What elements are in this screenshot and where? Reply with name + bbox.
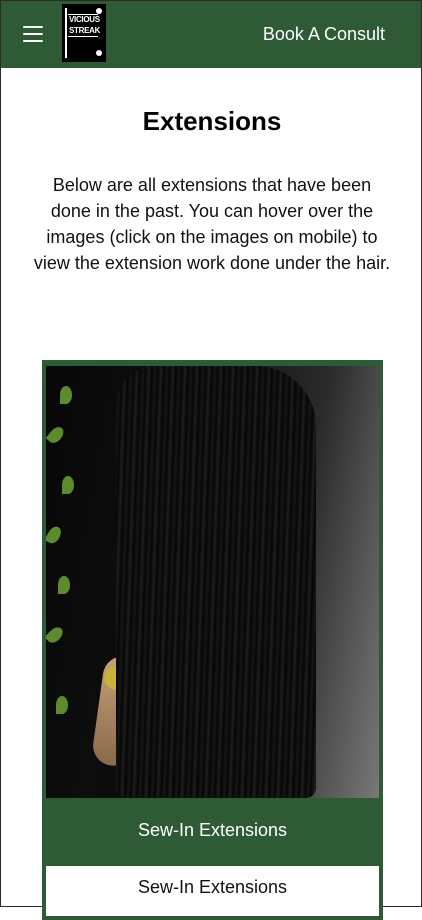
extension-photo[interactable] [46, 366, 379, 798]
intro-paragraph: Below are all extensions that have been … [33, 175, 391, 273]
hair-extensions [116, 366, 316, 798]
logo-text-line2: STREAK [69, 26, 101, 35]
book-consult-link[interactable]: Book A Consult [263, 24, 385, 45]
extension-card[interactable]: Sew-In Extensions Sew-In Extensions [42, 360, 383, 920]
card-title: Sew-In Extensions [137, 820, 288, 840]
top-navigation-bar: VICIOUS STREAK Book A Consult [1, 0, 421, 68]
hamburger-icon[interactable] [23, 26, 43, 42]
card-subtitle: Sew-In Extensions [46, 866, 379, 916]
vicious-streak-logo[interactable]: VICIOUS STREAK [62, 4, 106, 62]
logo-text-line1: VICIOUS [69, 15, 100, 24]
plant-vine [46, 366, 80, 798]
page-title: Extensions [142, 106, 282, 136]
